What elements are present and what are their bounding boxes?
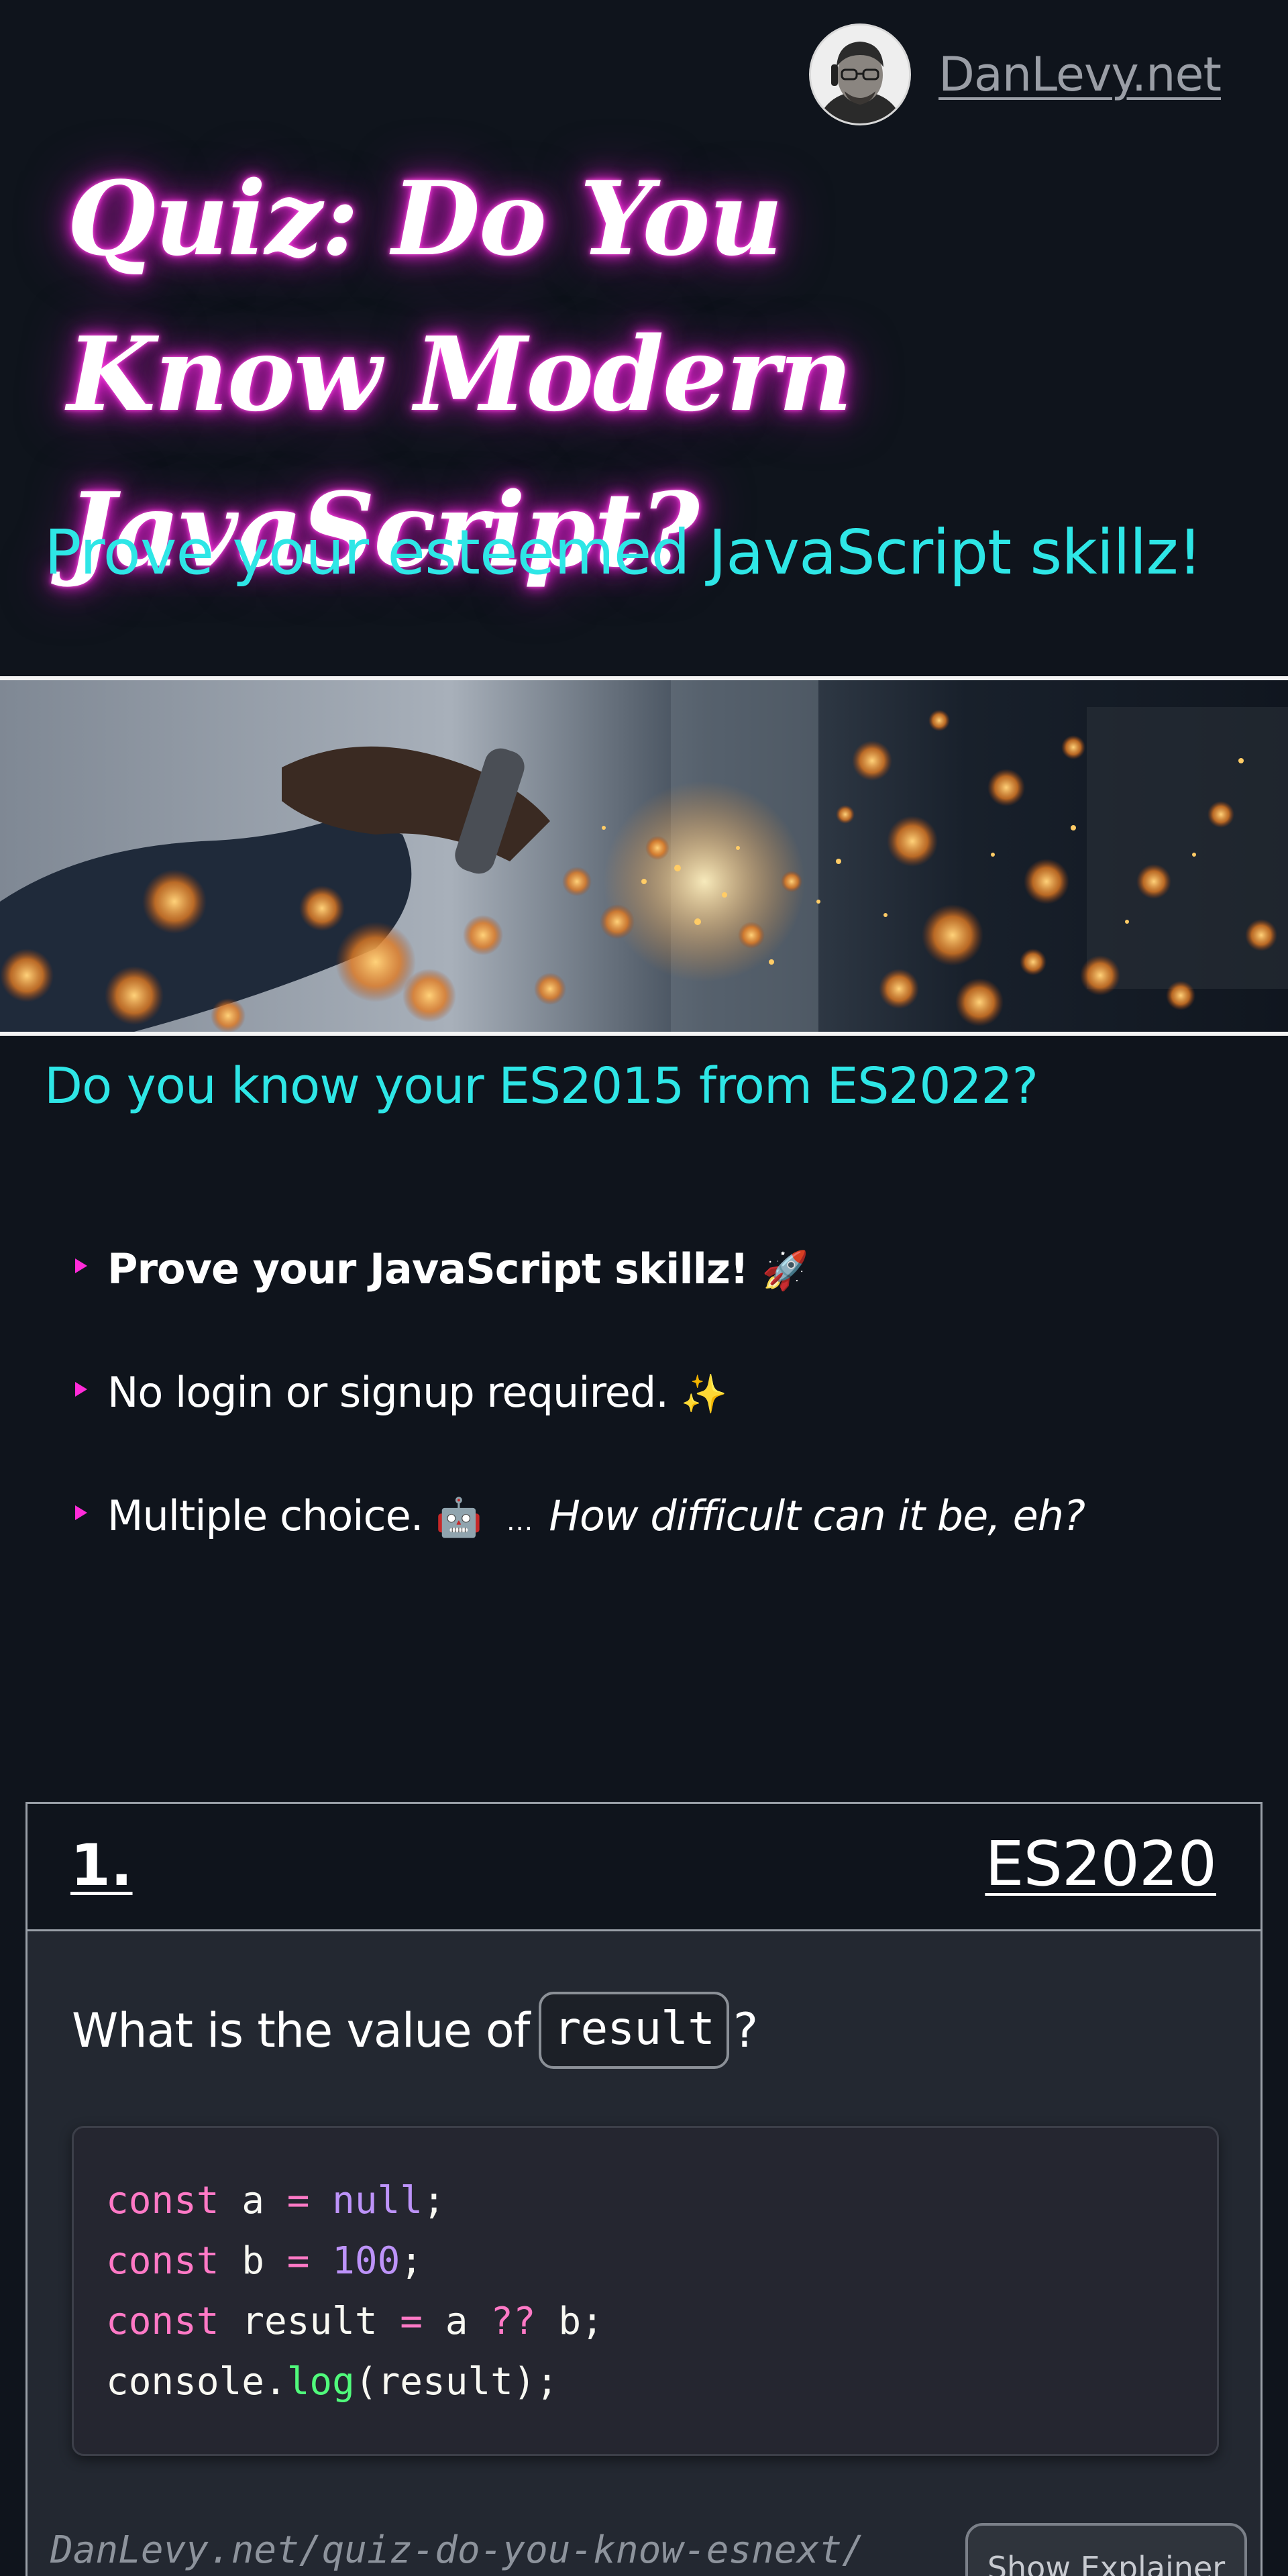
rocket-icon: 🚀 [761, 1249, 809, 1293]
bullet-icon [75, 1505, 87, 1520]
list-item: Multiple choice. 🤖 … How difficult can i… [75, 1474, 1085, 1598]
avatar-portrait-icon [811, 25, 909, 123]
author-avatar[interactable] [811, 25, 909, 123]
code-keyword: const [106, 2239, 219, 2283]
site-home-link[interactable]: DanLevy.net [938, 47, 1222, 102]
list-item: Prove your JavaScript skillz! 🚀 [75, 1228, 1085, 1351]
hero-banner-image [0, 676, 1288, 1036]
ellipsis-text: … [506, 1506, 533, 1537]
code-literal: 100 [332, 2239, 400, 2283]
question-number-link[interactable]: 1. [70, 1832, 133, 1899]
code-keyword: const [106, 2179, 219, 2222]
show-explainer-button[interactable]: Show Explainer [965, 2523, 1247, 2576]
feature-list: Prove your JavaScript skillz! 🚀 No login… [75, 1228, 1085, 1598]
code-operator: = [286, 2179, 310, 2222]
code-line: const b = 100; [106, 2239, 423, 2283]
feature-text: Prove your JavaScript skillz! [107, 1244, 749, 1293]
code-operator: = [400, 2300, 423, 2343]
question-prompt: What is the value of result ? [72, 1992, 758, 2069]
code-keyword: const [106, 2300, 219, 2343]
page-subtitle: Prove your esteemed JavaScript skillz! [44, 517, 1202, 588]
code-operator: ?? [490, 2300, 536, 2343]
code-literal: null [332, 2179, 423, 2222]
feature-text: No login or signup required. [107, 1368, 669, 1417]
code-block: const a = null; const b = 100; const resul… [72, 2126, 1219, 2456]
question-tag-link[interactable]: ES2020 [985, 1828, 1217, 1900]
code-line: const a = null; [106, 2179, 445, 2222]
question-prompt-end: ? [733, 2002, 758, 2058]
sparkles-icon: ✨ [680, 1373, 728, 1416]
intro-heading: Do you know your ES2015 from ES2022? [44, 1057, 1038, 1115]
bullet-icon [75, 1258, 87, 1273]
quiz-page: DanLevy.net Quiz: Do You Know Modern Jav… [0, 0, 1288, 2576]
code-line: const result = a ?? b; [106, 2300, 604, 2343]
question-card-header: 1. ES2020 [28, 1804, 1260, 1931]
bullet-icon [75, 1382, 87, 1397]
list-item: No login or signup required. ✨ [75, 1351, 1085, 1474]
site-header: DanLevy.net [811, 25, 1222, 123]
quiz-url-text: DanLevy.net/quiz-do-you-know-esnext/ [50, 2528, 865, 2572]
feature-text: Multiple choice. [107, 1491, 423, 1540]
inline-code: result [539, 1992, 730, 2069]
question-prompt-text: What is the value of [72, 2002, 530, 2058]
sparks-banner-illustration [0, 680, 1288, 1032]
code-line: console.log(result); [106, 2360, 559, 2404]
code-operator: = [286, 2239, 310, 2283]
feature-aside: How difficult can it be, eh? [549, 1491, 1085, 1540]
question-card: 1. ES2020 What is the value of result ? … [25, 1802, 1263, 2576]
robot-icon: 🤖 [435, 1496, 482, 1540]
code-function: log [286, 2360, 355, 2404]
